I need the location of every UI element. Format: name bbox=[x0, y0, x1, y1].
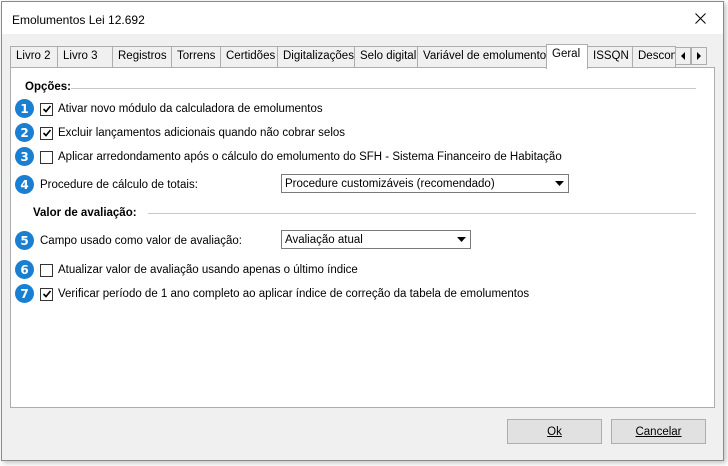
step-badge: 5 bbox=[15, 231, 34, 250]
procedure-label: Procedure de cálculo de totais: bbox=[40, 179, 198, 191]
step-badge: 3 bbox=[15, 147, 34, 166]
step-badge: 7 bbox=[15, 284, 34, 303]
checkbox-rounding-sfh[interactable] bbox=[40, 150, 53, 164]
tab-torrens[interactable]: Torrens bbox=[171, 46, 221, 68]
chevron-down-icon bbox=[453, 231, 470, 248]
checkbox-verify-full-year[interactable] bbox=[40, 287, 53, 301]
section-divider bbox=[148, 213, 696, 214]
tab-descont[interactable]: Descont bbox=[632, 46, 676, 68]
check-icon bbox=[42, 105, 51, 113]
tab-scroll-left-button[interactable] bbox=[675, 47, 691, 65]
option-row: Atualizar valor de avaliação usando apen… bbox=[40, 261, 358, 279]
step-badge: 6 bbox=[15, 260, 34, 279]
tab-digitalizacoes[interactable]: Digitalizações bbox=[277, 46, 355, 68]
option-label: Atualizar valor de avaliação usando apen… bbox=[58, 264, 358, 276]
tab-geral[interactable]: Geral bbox=[546, 44, 588, 69]
option-row: Aplicar arredondamento após o cálculo do… bbox=[40, 148, 562, 166]
option-row: Ativar novo módulo da calculadora de emo… bbox=[40, 100, 323, 118]
tab-livro-2[interactable]: Livro 2 bbox=[10, 46, 58, 68]
arrow-right-icon bbox=[697, 52, 701, 60]
option-label: Excluir lançamentos adicionais quando nã… bbox=[58, 127, 346, 139]
procedure-select-value: Procedure customizáveis (recomendado) bbox=[285, 177, 495, 190]
close-icon bbox=[694, 12, 706, 24]
tab-certidoes[interactable]: Certidões bbox=[220, 46, 278, 68]
arrow-left-icon bbox=[681, 52, 685, 60]
section-valuation-label: Valor de avaliação: bbox=[33, 207, 137, 219]
section-options-label: Opções: bbox=[25, 81, 72, 93]
tab-selo-digital[interactable]: Selo digital bbox=[354, 46, 418, 68]
check-icon bbox=[42, 290, 51, 298]
valuation-field-row: Campo usado como valor de avaliação: bbox=[40, 232, 242, 250]
valuation-field-label: Campo usado como valor de avaliação: bbox=[40, 235, 243, 247]
tab-issqn[interactable]: ISSQN bbox=[587, 46, 633, 68]
ok-button[interactable]: Ok bbox=[507, 419, 602, 444]
tab-panel-geral: Opções: 1 Ativar novo módulo da calculad… bbox=[10, 67, 715, 408]
option-row: Excluir lançamentos adicionais quando nã… bbox=[40, 124, 345, 142]
tab-variavel-de-emolumentos[interactable]: Variável de emolumentos bbox=[417, 46, 547, 68]
step-badge: 4 bbox=[15, 175, 34, 194]
step-badge: 1 bbox=[15, 99, 34, 118]
tab-livro-3[interactable]: Livro 3 bbox=[57, 46, 113, 68]
option-label: Aplicar arredondamento após o cálculo do… bbox=[58, 151, 562, 163]
procedure-select[interactable]: Procedure customizáveis (recomendado) bbox=[281, 174, 569, 193]
tab-scroll-buttons bbox=[675, 47, 707, 65]
checkbox-update-last-index[interactable] bbox=[40, 263, 53, 277]
valuation-field-select-value: Avaliação atual bbox=[285, 233, 363, 246]
close-button[interactable] bbox=[677, 2, 723, 34]
checkbox-new-calculator[interactable] bbox=[40, 102, 53, 116]
cancel-button-label: Cancelar bbox=[635, 425, 682, 438]
procedure-row: Procedure de cálculo de totais: bbox=[40, 176, 198, 194]
window-title: Emolumentos Lei 12.692 bbox=[12, 13, 145, 27]
cancel-button[interactable]: Cancelar bbox=[611, 419, 706, 444]
step-badge: 2 bbox=[15, 123, 34, 142]
ok-button-label: Ok bbox=[547, 425, 562, 438]
checkbox-exclude-additional[interactable] bbox=[40, 126, 53, 140]
option-row: Verificar período de 1 ano completo ao a… bbox=[40, 285, 529, 303]
option-label: Verificar período de 1 ano completo ao a… bbox=[58, 288, 530, 300]
check-icon bbox=[42, 129, 51, 137]
option-label: Ativar novo módulo da calculadora de emo… bbox=[58, 103, 323, 115]
valuation-field-select[interactable]: Avaliação atual bbox=[281, 230, 471, 249]
tab-scroll-right-button[interactable] bbox=[691, 47, 707, 65]
dialog-window: Emolumentos Lei 12.692 Livro 2 Livro 3 R… bbox=[1, 1, 724, 461]
chevron-down-icon bbox=[551, 175, 568, 192]
tab-strip: Livro 2 Livro 3 Registros Torrens Certid… bbox=[10, 44, 698, 69]
section-divider bbox=[71, 88, 696, 89]
title-bar: Emolumentos Lei 12.692 bbox=[2, 2, 723, 34]
tab-registros[interactable]: Registros bbox=[112, 46, 172, 68]
